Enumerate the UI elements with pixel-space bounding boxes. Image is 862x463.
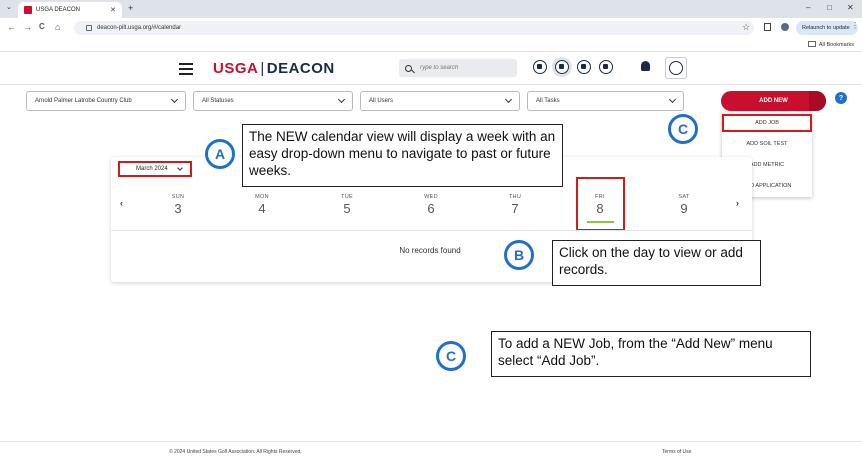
hamburger-menu-icon[interactable] bbox=[179, 63, 193, 78]
bookmarks-bar bbox=[0, 38, 862, 52]
day-fri[interactable]: FRI 8 bbox=[580, 194, 620, 216]
forward-button[interactable]: → bbox=[23, 22, 32, 32]
menu-item-add-job[interactable]: ADD JOB bbox=[722, 114, 812, 132]
back-button[interactable]: ← bbox=[7, 22, 16, 32]
task-select[interactable]: All Tasks bbox=[527, 91, 684, 111]
profile-icon[interactable] bbox=[781, 23, 789, 31]
logo-deacon: DEACON bbox=[266, 60, 335, 77]
divider bbox=[111, 230, 752, 231]
callout-badge-c-top: C bbox=[668, 114, 698, 144]
day-of-week: WED bbox=[424, 194, 438, 200]
chevron-down-icon bbox=[177, 165, 183, 171]
chart-icon[interactable] bbox=[533, 60, 547, 74]
maximize-button[interactable]: □ bbox=[827, 3, 832, 12]
day-number: 3 bbox=[174, 201, 182, 216]
help-icon[interactable]: ? bbox=[835, 92, 847, 104]
map-pin-icon[interactable] bbox=[577, 60, 591, 74]
chevron-down-icon bbox=[668, 95, 677, 104]
day-number: 7 bbox=[511, 201, 519, 216]
reload-button[interactable]: C bbox=[39, 22, 45, 31]
user-select-value: All Users bbox=[369, 98, 394, 104]
tab-search-icon[interactable]: ⌄ bbox=[6, 3, 12, 11]
user-avatar-button[interactable] bbox=[665, 57, 687, 79]
search-icon bbox=[405, 64, 412, 72]
month-select[interactable]: March 2024 bbox=[118, 161, 192, 177]
home-button[interactable]: ⌂ bbox=[55, 22, 60, 32]
close-tab-icon[interactable]: ✕ bbox=[110, 6, 116, 14]
course-select[interactable]: Arnold Palmer Latrobe Country Club bbox=[26, 91, 186, 111]
day-of-week: TUE bbox=[341, 194, 353, 200]
day-number: 8 bbox=[596, 201, 604, 216]
footer-copyright: © 2024 United States Golf Association. A… bbox=[169, 449, 302, 455]
month-select-value: March 2024 bbox=[136, 166, 168, 172]
url-text: deacon-pilt.usga.org/#/calendar bbox=[97, 25, 182, 31]
search-box[interactable] bbox=[399, 59, 517, 77]
selected-day-indicator bbox=[587, 221, 614, 223]
day-sun[interactable]: SUN 3 bbox=[158, 194, 198, 216]
callout-a: The NEW calendar view will display a wee… bbox=[242, 124, 563, 187]
day-of-week: SUN bbox=[171, 194, 185, 200]
day-of-week: FRI bbox=[595, 194, 605, 200]
day-number: 9 bbox=[680, 201, 688, 216]
browser-menu-icon[interactable]: ⋮ bbox=[851, 21, 859, 30]
callout-badge-c: C bbox=[436, 341, 466, 371]
all-bookmarks-label: All Bookmarks bbox=[818, 42, 854, 48]
footer-divider bbox=[0, 441, 862, 442]
all-bookmarks-button[interactable]: All Bookmarks bbox=[807, 41, 854, 48]
day-number: 4 bbox=[258, 201, 266, 216]
task-select-value: All Tasks bbox=[536, 98, 560, 104]
callout-badge-a: A bbox=[205, 139, 235, 169]
status-select[interactable]: All Statuses bbox=[193, 91, 353, 111]
callout-b: Click on the day to view or add records. bbox=[552, 240, 761, 286]
relaunch-button[interactable]: Relaunch to update bbox=[796, 21, 858, 35]
chevron-down-icon bbox=[504, 95, 513, 104]
logo-usga: USGA bbox=[213, 60, 259, 77]
url-field[interactable]: deacon-pilt.usga.org/#/calendar bbox=[74, 21, 754, 35]
minimize-button[interactable]: – bbox=[806, 3, 810, 12]
settings-icon[interactable] bbox=[599, 60, 613, 74]
day-of-week: MON bbox=[255, 194, 269, 200]
usga-deacon-logo[interactable]: USGA | DEACON bbox=[213, 60, 335, 77]
user-icon bbox=[669, 61, 683, 75]
day-number: 6 bbox=[427, 201, 435, 216]
calendar-icon[interactable] bbox=[555, 60, 569, 74]
close-window-button[interactable]: ✕ bbox=[847, 3, 854, 12]
menu-item-add-soil-test[interactable]: ADD SOIL TEST bbox=[722, 135, 812, 153]
side-panel-icon[interactable] bbox=[764, 23, 771, 31]
callout-badge-b: B bbox=[504, 240, 534, 270]
tab-title: USGA DEACON bbox=[36, 7, 81, 13]
day-wed[interactable]: WED 6 bbox=[411, 194, 451, 216]
logo-separator: | bbox=[260, 60, 265, 77]
day-of-week: SAT bbox=[678, 194, 690, 200]
bookmark-star-icon[interactable]: ☆ bbox=[742, 22, 750, 33]
status-select-value: All Statuses bbox=[202, 98, 234, 104]
previous-week-button[interactable]: ‹ bbox=[120, 198, 123, 208]
day-mon[interactable]: MON 4 bbox=[242, 194, 282, 216]
next-week-button[interactable]: › bbox=[736, 198, 739, 208]
notification-bell-icon[interactable] bbox=[641, 61, 650, 71]
usga-favicon-icon bbox=[24, 6, 32, 14]
empty-state-message: No records found bbox=[399, 246, 461, 255]
folder-icon bbox=[807, 41, 816, 47]
day-of-week: THU bbox=[508, 194, 522, 200]
add-new-dropdown-toggle[interactable] bbox=[809, 91, 826, 111]
day-number: 5 bbox=[343, 201, 351, 216]
user-select[interactable]: All Users bbox=[360, 91, 520, 111]
day-tue[interactable]: TUE 5 bbox=[327, 194, 367, 216]
terms-of-use-link[interactable]: Terms of Use bbox=[662, 449, 691, 455]
new-tab-button[interactable]: + bbox=[128, 3, 133, 13]
course-select-value: Arnold Palmer Latrobe Country Club bbox=[35, 98, 132, 104]
search-input[interactable] bbox=[419, 65, 509, 71]
chevron-down-icon bbox=[170, 95, 179, 104]
day-thu[interactable]: THU 7 bbox=[495, 194, 535, 216]
site-info-icon[interactable] bbox=[86, 25, 92, 31]
callout-c: To add a NEW Job, from the “Add New” men… bbox=[491, 331, 811, 377]
chevron-down-icon bbox=[337, 95, 346, 104]
browser-tab[interactable]: USGA DEACON ✕ bbox=[18, 2, 122, 18]
day-sat[interactable]: SAT 9 bbox=[664, 194, 704, 216]
